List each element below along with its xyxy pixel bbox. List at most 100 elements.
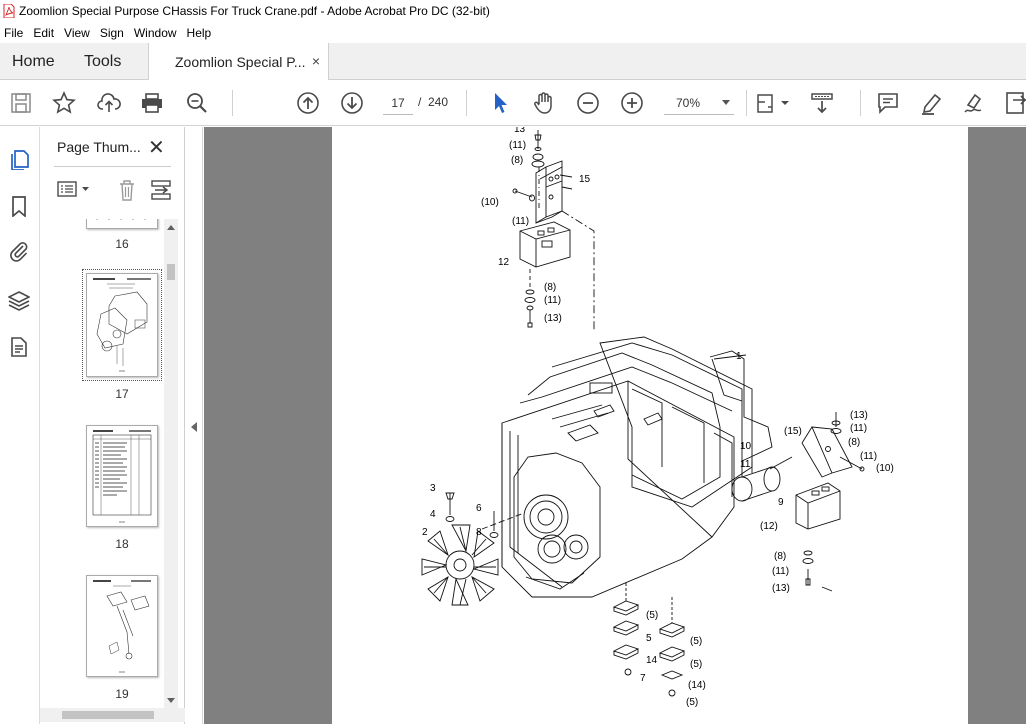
callout-label: 13 [514, 127, 526, 135]
collapse-arrow-icon [191, 422, 197, 432]
menu-help[interactable]: Help [182, 26, 217, 40]
callout-label: (5) [686, 697, 698, 708]
callout-label: (11) [544, 295, 561, 306]
save-icon[interactable] [9, 91, 33, 115]
page-thumbnail-16[interactable] [86, 219, 158, 229]
callout-label: 4 [430, 509, 436, 520]
scroll-down-icon[interactable] [167, 698, 175, 703]
page-number-input[interactable]: 17 [383, 91, 413, 115]
callout-label: (13) [544, 313, 562, 324]
thumbnail-scrollbar[interactable] [164, 219, 178, 709]
callout-label: (11) [512, 216, 529, 227]
panel-divider [54, 166, 171, 167]
menu-file[interactable]: File [0, 26, 28, 40]
thumbnail-label: 16 [115, 237, 129, 251]
callout-label: (13) [850, 410, 868, 421]
scroll-thumb[interactable] [167, 264, 175, 280]
zoom-search-icon[interactable] [185, 91, 209, 115]
tab-tools[interactable]: Tools [84, 53, 121, 71]
callout-label: 15 [579, 174, 591, 185]
zoom-in-icon[interactable] [620, 91, 644, 115]
left-nav-rail [0, 127, 40, 724]
scroll-up-icon[interactable] [167, 225, 175, 230]
callout-label: (8) [774, 551, 786, 562]
zoom-level-select[interactable]: 70% [664, 91, 734, 115]
page-thumbnail-18[interactable] [86, 425, 158, 527]
callout-label: 3 [430, 483, 436, 494]
highlight-pen-icon[interactable] [920, 91, 944, 115]
page-content-icon[interactable] [8, 336, 30, 358]
menu-edit[interactable]: Edit [28, 26, 59, 40]
bookmark-star-icon[interactable] [52, 91, 76, 115]
thumbnail-options-icon[interactable] [56, 179, 92, 204]
thumbnail-label: 19 [115, 687, 129, 701]
callout-label: 6 [476, 503, 482, 514]
page-thumbnail-19[interactable] [86, 575, 158, 677]
comment-icon[interactable] [876, 91, 900, 115]
thumbnail-label: 17 [115, 387, 129, 401]
export-pdf-icon[interactable] [1004, 91, 1026, 115]
callout-label: (5) [690, 659, 702, 670]
attachments-icon[interactable] [8, 240, 30, 262]
callout-label: 14 [646, 655, 658, 666]
menu-sign[interactable]: Sign [95, 26, 129, 40]
tab-close-button[interactable]: × [312, 53, 320, 69]
layers-icon[interactable] [7, 290, 31, 312]
tab-document[interactable]: Zoomlion Special P... × [148, 43, 329, 80]
page-fit-icon[interactable] [756, 91, 790, 115]
menu-window[interactable]: Window [129, 26, 182, 40]
callout-label: 5 [646, 633, 652, 644]
toolbar-divider [746, 90, 747, 116]
print-icon[interactable] [140, 91, 164, 115]
zoom-level-value: 70% [676, 96, 701, 110]
exploded-parts-drawing: 13 (11) (8) 15 (10) (11) 12 (8) (11) (13… [421, 127, 894, 708]
callout-label: 7 [640, 673, 646, 684]
acrobat-app-icon [3, 4, 15, 18]
toolbar-divider [466, 90, 467, 116]
hand-tool-icon[interactable] [532, 91, 556, 115]
page-separator: / [418, 95, 422, 109]
insert-page-icon[interactable] [150, 179, 172, 206]
toolbar-divider [232, 90, 233, 116]
page-thumbnail-17[interactable] [82, 269, 162, 381]
callout-label: (13) [772, 583, 790, 594]
panel-title: Page Thum... [57, 139, 141, 155]
callout-label: (11) [509, 140, 526, 151]
panel-close-button[interactable]: ✕ [148, 135, 165, 160]
bookmarks-icon[interactable] [8, 195, 30, 218]
callout-label: (5) [646, 610, 658, 621]
panel-collapse-handle[interactable] [185, 127, 203, 724]
callout-label: 11 [740, 459, 751, 470]
callout-label: (12) [760, 521, 778, 532]
page-total: 240 [428, 95, 449, 109]
next-page-icon[interactable] [340, 91, 364, 115]
callout-label: (15) [784, 426, 802, 437]
callout-label: (10) [481, 197, 499, 208]
zoom-out-icon[interactable] [576, 91, 600, 115]
document-viewer[interactable]: 13 (11) (8) 15 (10) (11) 12 (8) (11) (13… [204, 127, 1026, 724]
callout-label: (14) [688, 680, 706, 691]
callout-label: (11) [772, 566, 789, 577]
upload-cloud-icon[interactable] [97, 91, 121, 115]
callout-label: (8) [511, 155, 523, 166]
callout-label: (5) [690, 636, 702, 647]
previous-page-icon[interactable] [296, 91, 320, 115]
menu-view[interactable]: View [59, 26, 95, 40]
callout-label: 10 [740, 441, 752, 452]
callout-label: 2 [422, 527, 428, 538]
thumbnail-label: 18 [115, 537, 129, 551]
thumbnail-hscrollbar[interactable] [40, 708, 185, 722]
scroll-mode-icon[interactable] [810, 91, 834, 115]
callout-label: 8 [476, 527, 482, 538]
page-thumbnails-icon[interactable] [8, 148, 30, 171]
hscroll-thumb[interactable] [62, 711, 154, 719]
select-cursor-icon[interactable] [489, 91, 513, 115]
callout-label: (11) [850, 423, 867, 434]
callout-label: 9 [778, 497, 784, 508]
callout-label: 12 [498, 257, 510, 268]
thumbnails-panel: Page Thum... ✕ 16 17 18 19 [40, 127, 185, 724]
sign-pen-icon[interactable] [962, 91, 986, 115]
pdf-page: 13 (11) (8) 15 (10) (11) 12 (8) (11) (13… [332, 127, 968, 724]
delete-page-icon[interactable] [117, 179, 137, 206]
tab-home[interactable]: Home [12, 53, 55, 71]
